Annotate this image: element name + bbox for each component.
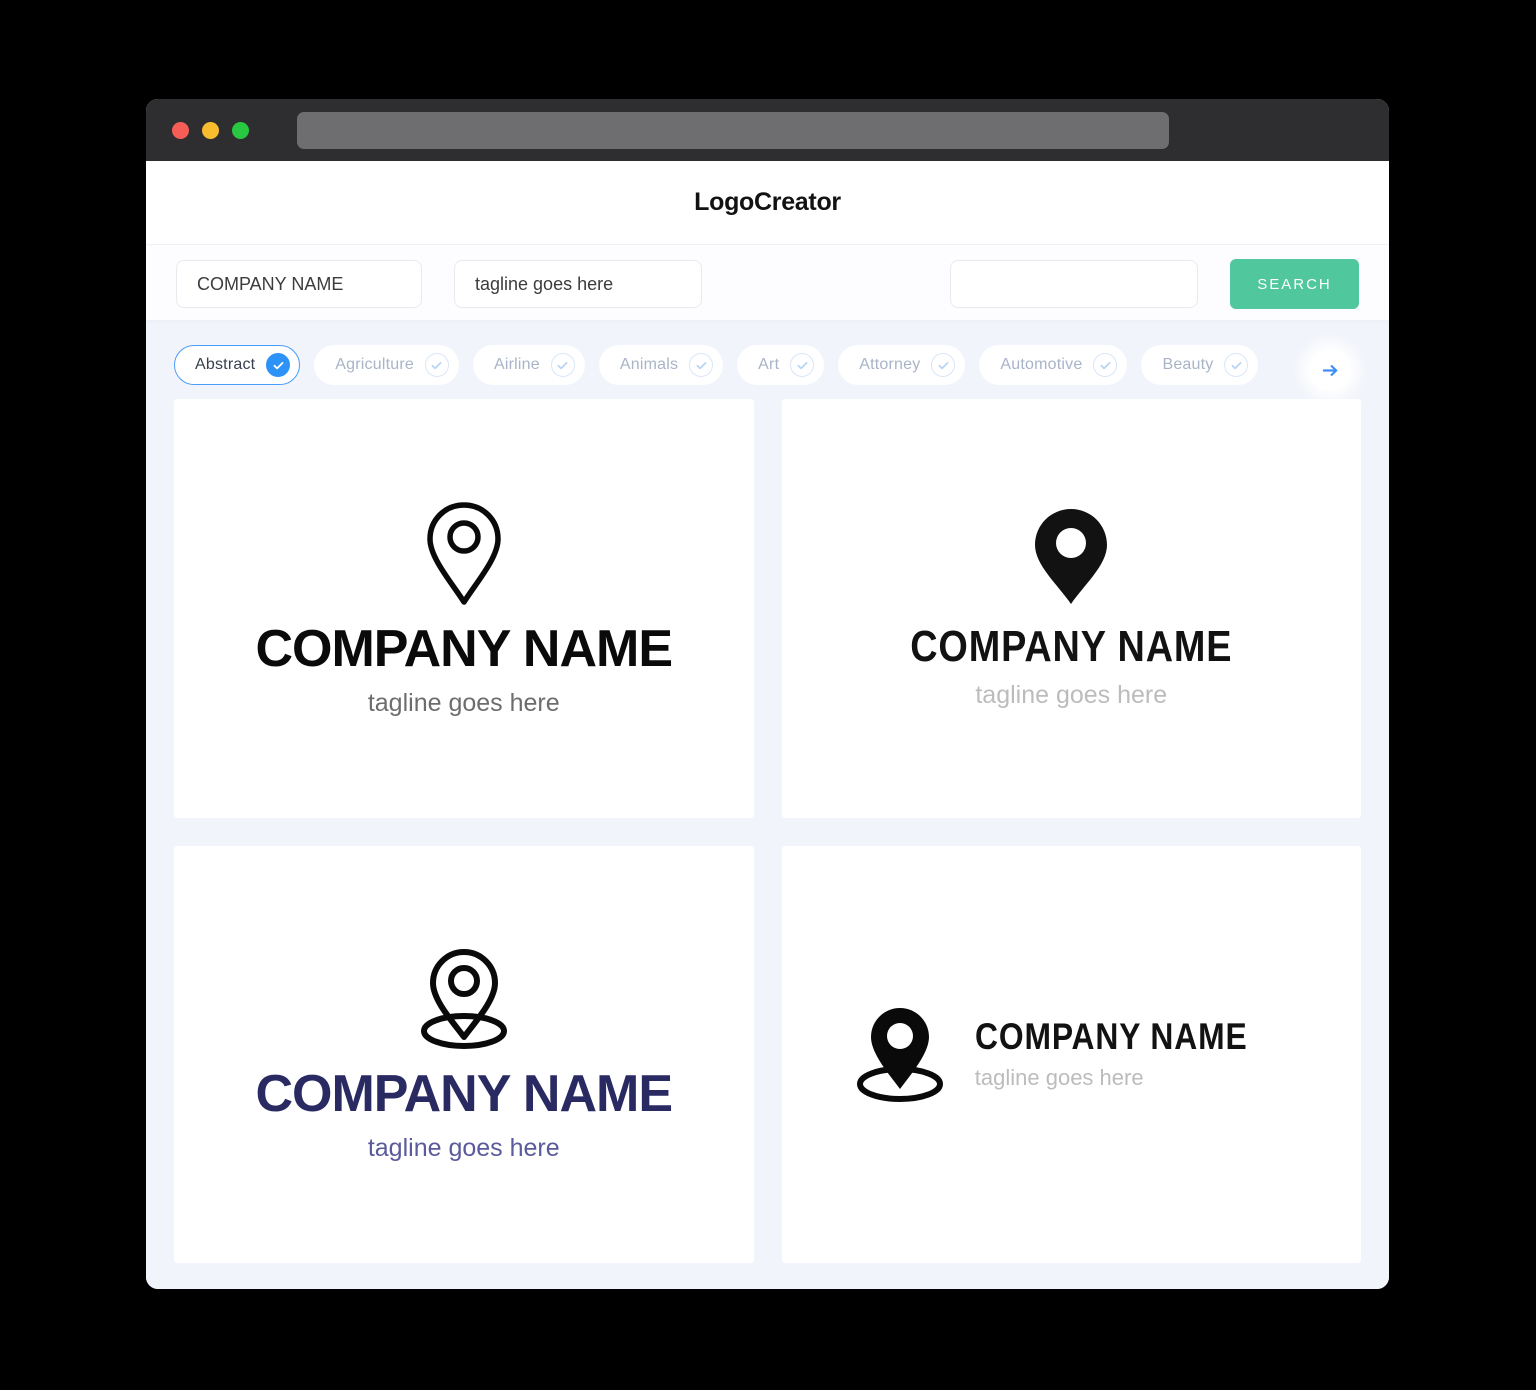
logo-tagline: tagline goes here: [367, 1133, 560, 1162]
logo-preview-3: COMPANY NAME tagline goes here: [255, 946, 673, 1162]
logo-tagline: tagline goes here: [367, 688, 560, 717]
check-icon: [424, 353, 449, 377]
logo-company-name: COMPANY NAME: [255, 620, 673, 679]
logo-preview-2: COMPANY NAME tagline goes here: [884, 507, 1259, 711]
logo-company-name: COMPANY NAME: [255, 1065, 673, 1124]
logo-company-name: COMPANY NAME: [974, 1016, 1248, 1058]
check-icon: [1224, 353, 1249, 377]
category-filter-bar: Abstract Agriculture Airline Animals Art…: [146, 323, 1389, 399]
category-chip-animals[interactable]: Animals: [598, 345, 724, 385]
category-chip-list: Abstract Agriculture Airline Animals Art…: [174, 345, 1389, 385]
map-pin-outline-icon: [426, 502, 501, 606]
chip-label: Attorney: [859, 356, 921, 373]
keyword-input[interactable]: [950, 260, 1198, 308]
company-name-input[interactable]: [176, 260, 422, 308]
category-chip-airline[interactable]: Airline: [472, 345, 585, 385]
logo-preview-4: COMPANY NAME tagline goes here: [851, 1004, 1292, 1106]
minimize-window-button[interactable]: [202, 121, 219, 139]
category-chip-automotive[interactable]: Automotive: [979, 345, 1128, 385]
browser-window: LogoCreator SEARCH Abstract Agriculture: [146, 99, 1389, 1289]
tagline-input[interactable]: [454, 260, 702, 308]
chip-label: Abstract: [195, 356, 256, 373]
logo-text-block: COMPANY NAME tagline goes here: [255, 1054, 673, 1162]
close-window-button[interactable]: [172, 121, 189, 139]
chip-label: Art: [758, 356, 780, 373]
category-chip-abstract[interactable]: Abstract: [174, 345, 301, 385]
logo-text-block: COMPANY NAME tagline goes here: [255, 609, 673, 717]
maximize-window-button[interactable]: [232, 121, 249, 139]
category-chip-agriculture[interactable]: Agriculture: [314, 345, 459, 385]
map-pin-solid-icon: [1035, 508, 1108, 604]
chip-label: Beauty: [1162, 356, 1214, 373]
logo-results-grid: COMPANY NAME tagline goes here COMPANY N…: [146, 399, 1389, 1289]
logo-tagline: tagline goes here: [975, 681, 1168, 710]
search-bar: SEARCH: [146, 245, 1389, 323]
chip-label: Airline: [493, 356, 540, 373]
chip-label: Agriculture: [335, 356, 414, 373]
logo-text-block: COMPANY NAME tagline goes here: [975, 1018, 1292, 1091]
categories-next-button[interactable]: [1309, 349, 1351, 391]
check-icon: [790, 353, 815, 377]
check-icon: [689, 353, 714, 377]
logo-text-block: COMPANY NAME tagline goes here: [884, 607, 1259, 711]
logo-card-3[interactable]: COMPANY NAME tagline goes here: [174, 846, 754, 1263]
category-chip-attorney[interactable]: Attorney: [838, 345, 966, 385]
check-icon: [1093, 353, 1118, 377]
logo-preview-1: COMPANY NAME tagline goes here: [255, 499, 673, 717]
chip-label: Automotive: [1000, 356, 1083, 373]
category-chip-art[interactable]: Art: [737, 345, 825, 385]
address-bar[interactable]: [297, 111, 1169, 149]
logo-card-4[interactable]: COMPANY NAME tagline goes here: [781, 846, 1361, 1263]
map-pin-outline-ring-icon: [420, 949, 507, 1050]
check-icon: [931, 353, 956, 377]
category-chip-beauty[interactable]: Beauty: [1141, 345, 1259, 385]
window-titlebar: [146, 99, 1389, 161]
arrow-right-icon: [1322, 364, 1337, 376]
traffic-lights: [172, 121, 249, 139]
app-header: LogoCreator: [146, 161, 1389, 245]
logo-card-2[interactable]: COMPANY NAME tagline goes here: [781, 399, 1361, 818]
check-icon: [266, 353, 291, 377]
logo-company-name: COMPANY NAME: [910, 621, 1233, 671]
logo-card-1[interactable]: COMPANY NAME tagline goes here: [174, 399, 754, 818]
logo-tagline: tagline goes here: [974, 1064, 1144, 1090]
chip-label: Animals: [619, 356, 679, 373]
check-icon: [550, 353, 575, 377]
map-pin-solid-ring-icon: [856, 1007, 943, 1102]
brand-logo: LogoCreator: [694, 188, 841, 216]
search-button[interactable]: SEARCH: [1230, 259, 1359, 309]
